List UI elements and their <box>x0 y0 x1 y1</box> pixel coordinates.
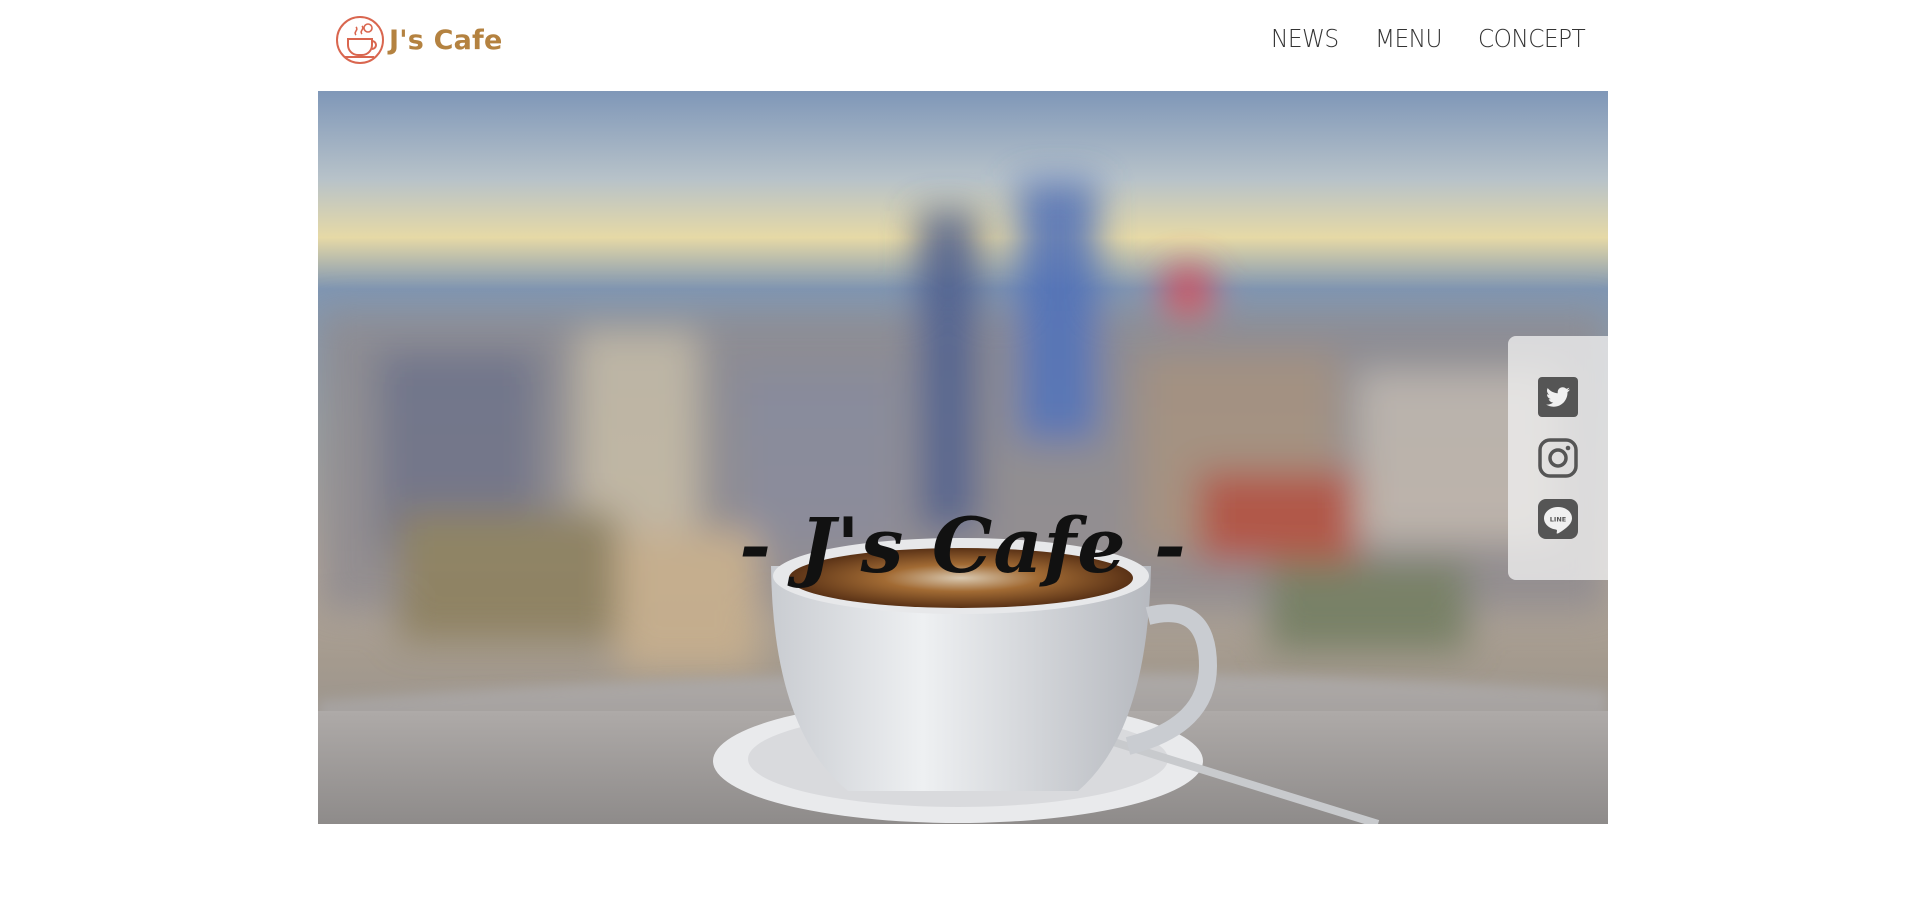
line-icon: LINE <box>1538 499 1578 539</box>
main-nav: NEWS MENU CONCEPT <box>1271 24 1593 53</box>
site-logo[interactable]: J's Cafe <box>334 14 502 66</box>
line-link[interactable]: LINE <box>1538 499 1578 539</box>
line-icon-label: LINE <box>1550 516 1566 524</box>
social-links-panel: LINE <box>1508 336 1608 580</box>
twitter-icon <box>1538 377 1578 417</box>
hero-title: - J's Cafe - <box>739 501 1187 590</box>
instagram-icon <box>1538 438 1578 478</box>
nav-menu[interactable]: MENU <box>1375 24 1442 53</box>
nav-concept[interactable]: CONCEPT <box>1478 24 1586 53</box>
hero-section: - J's Cafe - LINE <box>318 91 1608 824</box>
hero-background-image <box>318 91 1608 824</box>
nav-news[interactable]: NEWS <box>1271 24 1339 53</box>
instagram-link[interactable] <box>1538 438 1578 478</box>
brand-name: J's Cafe <box>389 24 503 56</box>
twitter-link[interactable] <box>1538 377 1578 417</box>
coffee-cup-logo-icon <box>336 16 384 64</box>
site-header: J's Cafe NEWS MENU CONCEPT <box>318 0 1608 92</box>
